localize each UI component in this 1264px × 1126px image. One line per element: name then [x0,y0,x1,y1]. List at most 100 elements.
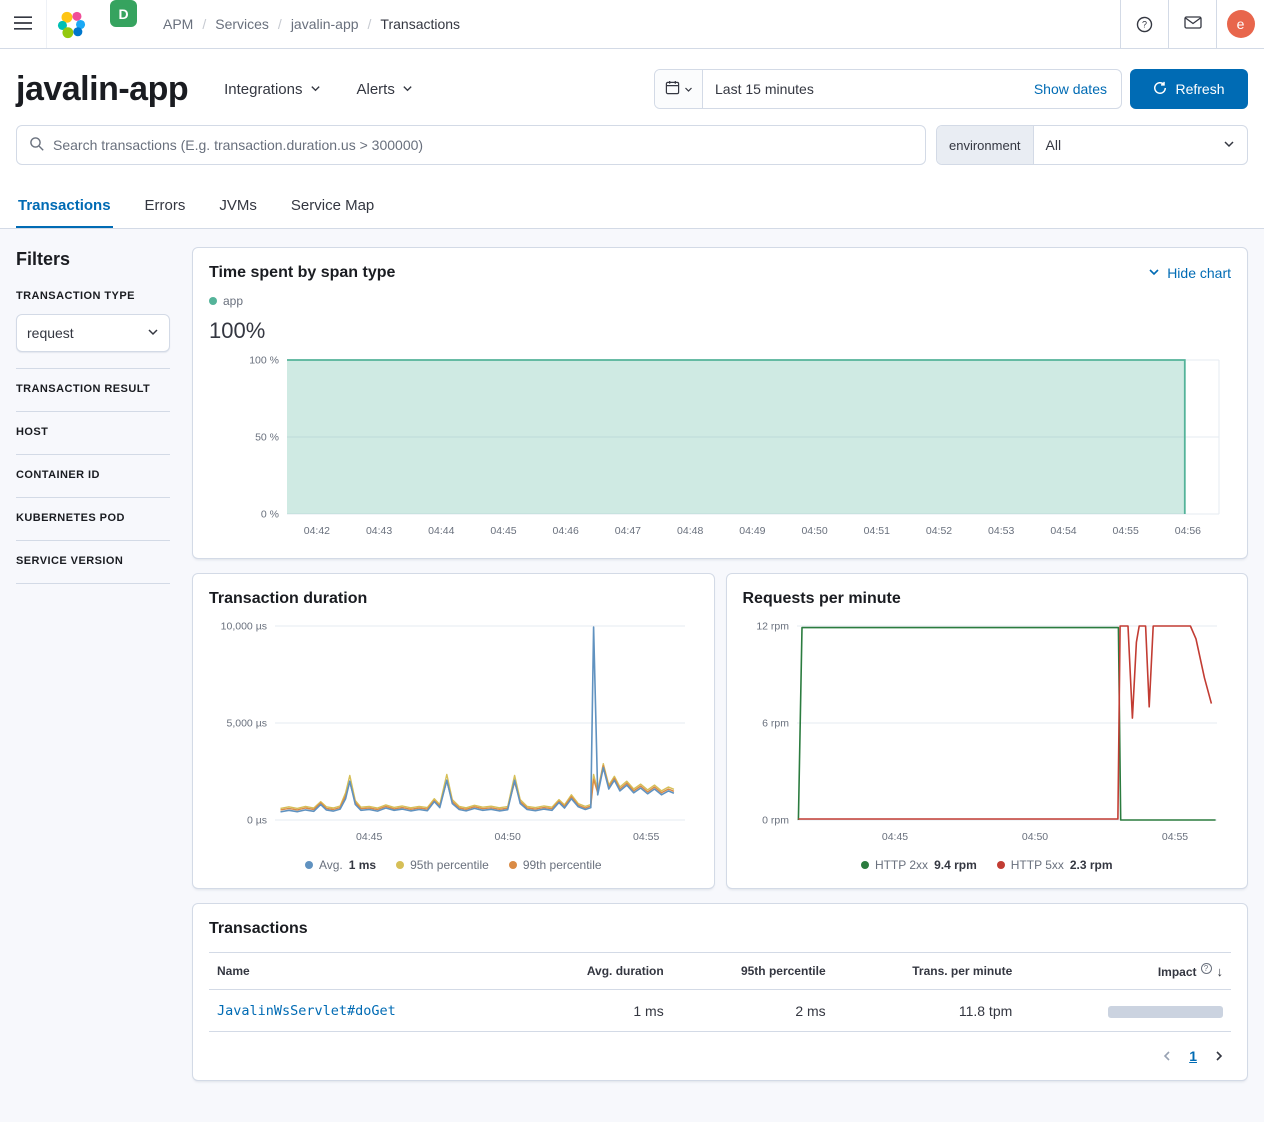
search-transactions-input[interactable] [53,137,913,153]
space-badge[interactable]: D [110,0,137,27]
svg-text:0 %: 0 % [261,509,279,521]
calendar-icon [665,80,680,98]
span-type-legend[interactable]: app [209,294,1231,308]
filter-label-service-version[interactable]: SERVICE VERSION [16,555,170,567]
chevron-down-icon [1223,137,1235,153]
divider [16,583,170,584]
environment-filter: environment All [936,125,1248,165]
column-header-impact[interactable]: Impact?↓ [1020,953,1231,990]
filters-title: Filters [16,249,170,270]
svg-text:04:51: 04:51 [864,525,890,537]
legend-item-http5xx[interactable]: HTTP 5xx 2.3 rpm [997,858,1113,872]
table-row: JavalinWsServlet#doGet 1 ms 2 ms 11.8 tp… [209,990,1231,1032]
chevron-down-icon [684,82,693,97]
hide-chart-button[interactable]: Hide chart [1148,265,1231,281]
filter-label-kubernetes-pod[interactable]: KUBERNETES POD [16,512,170,524]
help-button[interactable]: ? [1120,0,1168,48]
svg-text:04:55: 04:55 [1161,831,1187,843]
divider [16,368,170,369]
span-type-current-value: 100% [209,318,1231,344]
breadcrumb-apm[interactable]: APM [163,16,193,32]
legend-item-http2xx[interactable]: HTTP 2xx 9.4 rpm [861,858,977,872]
divider [16,497,170,498]
elastic-logo[interactable] [46,0,96,48]
svg-text:04:50: 04:50 [801,525,827,537]
divider [16,454,170,455]
page-number-1[interactable]: 1 [1189,1048,1197,1064]
legend-item-avg[interactable]: Avg. 1 ms [305,858,376,872]
svg-text:04:43: 04:43 [366,525,392,537]
hamburger-icon [14,16,32,33]
span-type-chart[interactable]: 0 % 50 % 100 % 04:42 04:43 04:44 04:45 04:46 04:… [209,352,1229,542]
sort-desc-icon: ↓ [1217,964,1224,979]
filter-label-host[interactable]: HOST [16,426,170,438]
content-area: Filters TRANSACTION TYPE request TRANSAC… [0,229,1264,1122]
search-box [16,125,926,165]
svg-text:100 %: 100 % [249,355,279,367]
date-picker: Last 15 minutes Show dates [654,69,1122,109]
svg-text:04:45: 04:45 [490,525,516,537]
integrations-dropdown[interactable]: Integrations [224,81,320,98]
tab-transactions[interactable]: Transactions [16,191,113,228]
transactions-table-panel: Transactions Name Avg. duration 95th per… [192,903,1248,1081]
environment-select[interactable]: All [1034,126,1247,164]
svg-text:04:49: 04:49 [739,525,765,537]
breadcrumb-separator: / [278,16,282,32]
breadcrumb-service-name[interactable]: javalin-app [291,16,359,32]
span-type-panel: Time spent by span type Hide chart app 1… [192,247,1248,559]
column-header-trans-per-minute[interactable]: Trans. per minute [834,953,1021,990]
alerts-dropdown[interactable]: Alerts [357,81,413,98]
transaction-duration-legend: Avg. 1 ms 95th percentile 99th percentil… [209,858,698,872]
legend-label-app: app [223,294,243,308]
requests-per-minute-panel: Requests per minute 0 rpm6 rpm12 rpm04:4… [726,573,1249,889]
breadcrumb-separator: / [368,16,372,32]
filter-label-container-id[interactable]: CONTAINER ID [16,469,170,481]
user-menu-button[interactable]: e [1216,0,1264,48]
svg-text:?: ? [1142,19,1147,29]
transactions-table: Name Avg. duration 95th percentile Trans… [209,952,1231,1032]
impact-info-icon[interactable]: ? [1201,963,1212,974]
tab-service-map[interactable]: Service Map [289,191,376,228]
show-dates-button[interactable]: Show dates [1020,81,1121,97]
legend-item-99th[interactable]: 99th percentile [509,858,602,872]
refresh-icon [1153,81,1167,98]
tab-jvms[interactable]: JVMs [217,191,259,228]
envelope-icon [1184,15,1202,33]
transaction-duration-panel: Transaction duration 0 µs5,000 µs10,000 … [192,573,715,889]
breadcrumb-separator: / [202,16,206,32]
legend-item-95th[interactable]: 95th percentile [396,858,489,872]
search-row: environment All [0,115,1264,181]
svg-text:10,000 µs: 10,000 µs [221,621,267,633]
refresh-button[interactable]: Refresh [1130,69,1248,109]
transaction-name-link[interactable]: JavalinWsServlet#doGet [217,1003,396,1019]
cell-95th-percentile: 2 ms [672,990,834,1032]
legend-dot-99th [509,861,517,869]
chevron-down-icon [402,81,413,98]
column-header-avg-duration[interactable]: Avg. duration [522,953,671,990]
transaction-duration-chart[interactable]: 0 µs5,000 µs10,000 µs04:4504:5004:55 [209,616,697,848]
menu-toggle-button[interactable] [0,0,46,48]
time-range-value[interactable]: Last 15 minutes [703,81,1020,97]
filter-label-transaction-result[interactable]: TRANSACTION RESULT [16,383,170,395]
svg-text:50 %: 50 % [255,432,279,444]
transaction-type-select[interactable]: request [16,314,170,352]
breadcrumb-services[interactable]: Services [215,16,269,32]
chevron-right-icon [1213,1050,1225,1062]
previous-page-button[interactable] [1161,1050,1173,1062]
svg-text:04:56: 04:56 [1175,525,1201,537]
svg-text:04:46: 04:46 [553,525,579,537]
svg-text:04:45: 04:45 [881,831,907,843]
svg-text:04:42: 04:42 [304,525,330,537]
quick-select-button[interactable] [655,70,703,108]
tab-errors[interactable]: Errors [143,191,188,228]
next-page-button[interactable] [1213,1050,1225,1062]
column-header-name[interactable]: Name [209,953,522,990]
svg-text:12 rpm: 12 rpm [756,621,789,633]
svg-text:04:44: 04:44 [428,525,454,537]
svg-text:6 rpm: 6 rpm [762,718,789,730]
pagination: 1 [209,1048,1231,1064]
newsfeed-button[interactable] [1168,0,1216,48]
column-header-95th-percentile[interactable]: 95th percentile [672,953,834,990]
breadcrumb-current-page: Transactions [380,16,460,32]
requests-per-minute-chart[interactable]: 0 rpm6 rpm12 rpm04:4504:5004:55 [743,616,1231,848]
